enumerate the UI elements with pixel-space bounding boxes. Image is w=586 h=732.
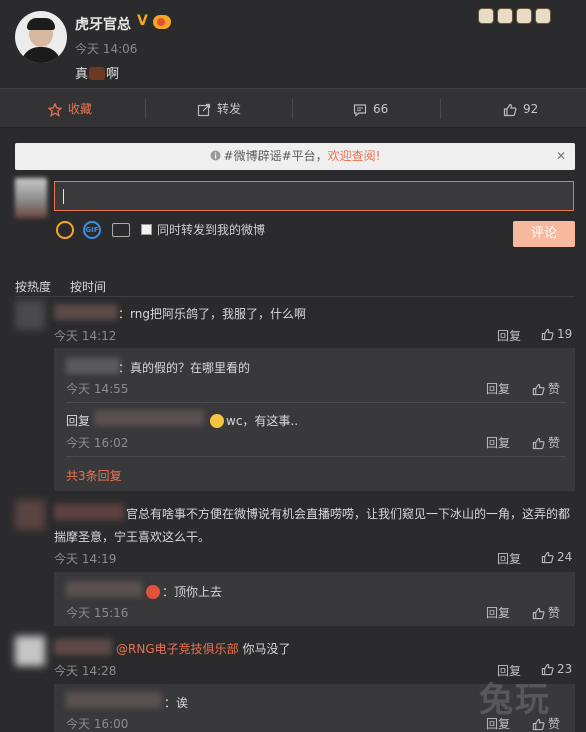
info-icon (210, 150, 221, 161)
thumbs-up-icon (532, 607, 545, 620)
close-icon[interactable]: ✕ (556, 143, 566, 170)
mention-link[interactable]: @RNG电子竞技俱乐部 (116, 642, 239, 656)
comment-text: @RNG电子竞技俱乐部 你马没了 (116, 640, 290, 657)
rumor-text: #微博辟谣#平台， (223, 149, 328, 163)
verified-icon: V (137, 13, 148, 29)
like-count: 92 (523, 102, 539, 116)
post-time: 今天 14:06 (75, 42, 138, 56)
comment-like-button[interactable]: 19 (541, 327, 572, 341)
comment-text-line2: 揣摩圣意，宁王喜欢这么干。 (54, 530, 211, 544)
post-text: 真啊 (75, 63, 119, 82)
reply-text: wc，有这事.. (208, 412, 298, 429)
post-text-before: 真 (75, 67, 89, 82)
my-avatar[interactable] (15, 178, 47, 218)
reply-text: ：诶 (164, 696, 189, 710)
reply-like-button[interactable]: 赞 (532, 434, 560, 451)
reply-button[interactable]: 回复 (486, 434, 510, 451)
author-name[interactable]: 虎牙官总 (75, 14, 131, 34)
comment-count: 66 (373, 102, 389, 116)
reply-button[interactable]: 回复 (497, 327, 521, 344)
like-count: 19 (557, 327, 573, 341)
comment-text-body: 你马没了 (238, 642, 291, 656)
reply-text: ：顶你上去 (144, 583, 222, 600)
smile-icon[interactable] (56, 221, 74, 239)
like-count: 23 (557, 662, 573, 676)
like-label: 赞 (548, 382, 561, 396)
username[interactable] (54, 504, 124, 520)
divider (66, 402, 566, 403)
more-replies-link[interactable]: 共3条回复 (66, 467, 122, 484)
comment-text: 官总有啥事不方便在微博说有机会直播唠唠，让我们窥见一下冰山的一角，这弄的都 (126, 507, 571, 521)
forward-button[interactable]: 转发 (197, 89, 241, 129)
reply-prefix: 回复 (66, 414, 91, 428)
author-avatar[interactable] (15, 11, 67, 63)
reply-time: 今天 14:55 (66, 382, 129, 396)
forward-label: 转发 (217, 102, 242, 116)
thumbs-up-icon (532, 437, 545, 450)
reply-button[interactable]: 回复 (486, 604, 510, 621)
comment-time: 今天 14:12 (54, 329, 117, 343)
gif-icon[interactable]: GIF (83, 221, 101, 239)
username[interactable] (66, 581, 142, 597)
avatar[interactable] (15, 300, 45, 330)
surprised-emoji-icon (210, 414, 224, 428)
like-label: 赞 (548, 436, 561, 450)
username[interactable] (94, 410, 204, 426)
comment-time: 今天 14:19 (54, 552, 117, 566)
comment-time: 今天 14:28 (54, 664, 117, 678)
watermark: 兔玩 (479, 680, 551, 720)
like-button[interactable]: 92 (503, 89, 538, 129)
reply-button[interactable]: 回复 (486, 380, 510, 397)
sort-by-time[interactable]: 按时间 (70, 278, 106, 295)
reply-text-body: wc，有这事.. (226, 414, 299, 428)
divider (15, 296, 575, 297)
thumbs-up-icon (541, 551, 554, 564)
image-icon[interactable] (112, 223, 130, 237)
post-text-after: 啊 (106, 67, 120, 82)
post-header: 虎牙官总 V 今天 14:06 真啊 (0, 0, 586, 88)
thumbs-up-icon (532, 383, 545, 396)
cow-emoji-icon (89, 67, 106, 80)
card-decoration-icon (478, 6, 554, 26)
action-bar: 收藏 转发 66 92 (0, 88, 586, 128)
reply-like-button[interactable]: 赞 (532, 380, 560, 397)
emoji-icon (146, 585, 160, 599)
thumbs-up-icon (541, 328, 554, 341)
like-label: 赞 (548, 606, 561, 620)
username[interactable] (54, 304, 118, 320)
favorite-label: 收藏 (68, 102, 93, 116)
username[interactable] (66, 692, 162, 708)
thumbs-up-icon (503, 103, 517, 116)
comment-like-button[interactable]: 24 (541, 550, 572, 564)
like-count: 24 (557, 550, 573, 564)
member-badge-icon (153, 15, 171, 29)
reply-like-button[interactable]: 赞 (532, 604, 560, 621)
submit-comment-button[interactable]: 评论 (513, 221, 575, 247)
forward-icon (197, 103, 211, 116)
avatar[interactable] (15, 500, 45, 530)
reply-button[interactable]: 回复 (497, 550, 521, 567)
rumor-notice: #微博辟谣#平台，欢迎查阅! ✕ (15, 143, 575, 170)
reply-text-body: ：顶你上去 (162, 585, 223, 599)
username[interactable] (66, 358, 120, 374)
star-icon (48, 102, 62, 117)
avatar[interactable] (15, 636, 45, 666)
sort-by-hot[interactable]: 按热度 (15, 278, 51, 295)
comment-input[interactable] (54, 181, 574, 211)
reply-time: 今天 15:16 (66, 606, 129, 620)
reply-time: 今天 16:02 (66, 436, 129, 450)
rumor-link[interactable]: 欢迎查阅! (328, 149, 381, 163)
forward-checkbox-label: 同时转发到我的微博 (157, 223, 266, 237)
comment-text: ：rng把阿乐鸽了，我服了，什么啊 (118, 307, 306, 321)
comment-button[interactable]: 66 (353, 89, 388, 129)
username[interactable] (54, 639, 112, 655)
comment-icon (353, 103, 367, 117)
favorite-button[interactable]: 收藏 (48, 89, 92, 129)
reply-text: ：真的假的？在哪里看的 (118, 361, 251, 375)
divider (66, 456, 566, 457)
reply-time: 今天 16:00 (66, 717, 129, 731)
forward-checkbox[interactable] (141, 224, 152, 235)
